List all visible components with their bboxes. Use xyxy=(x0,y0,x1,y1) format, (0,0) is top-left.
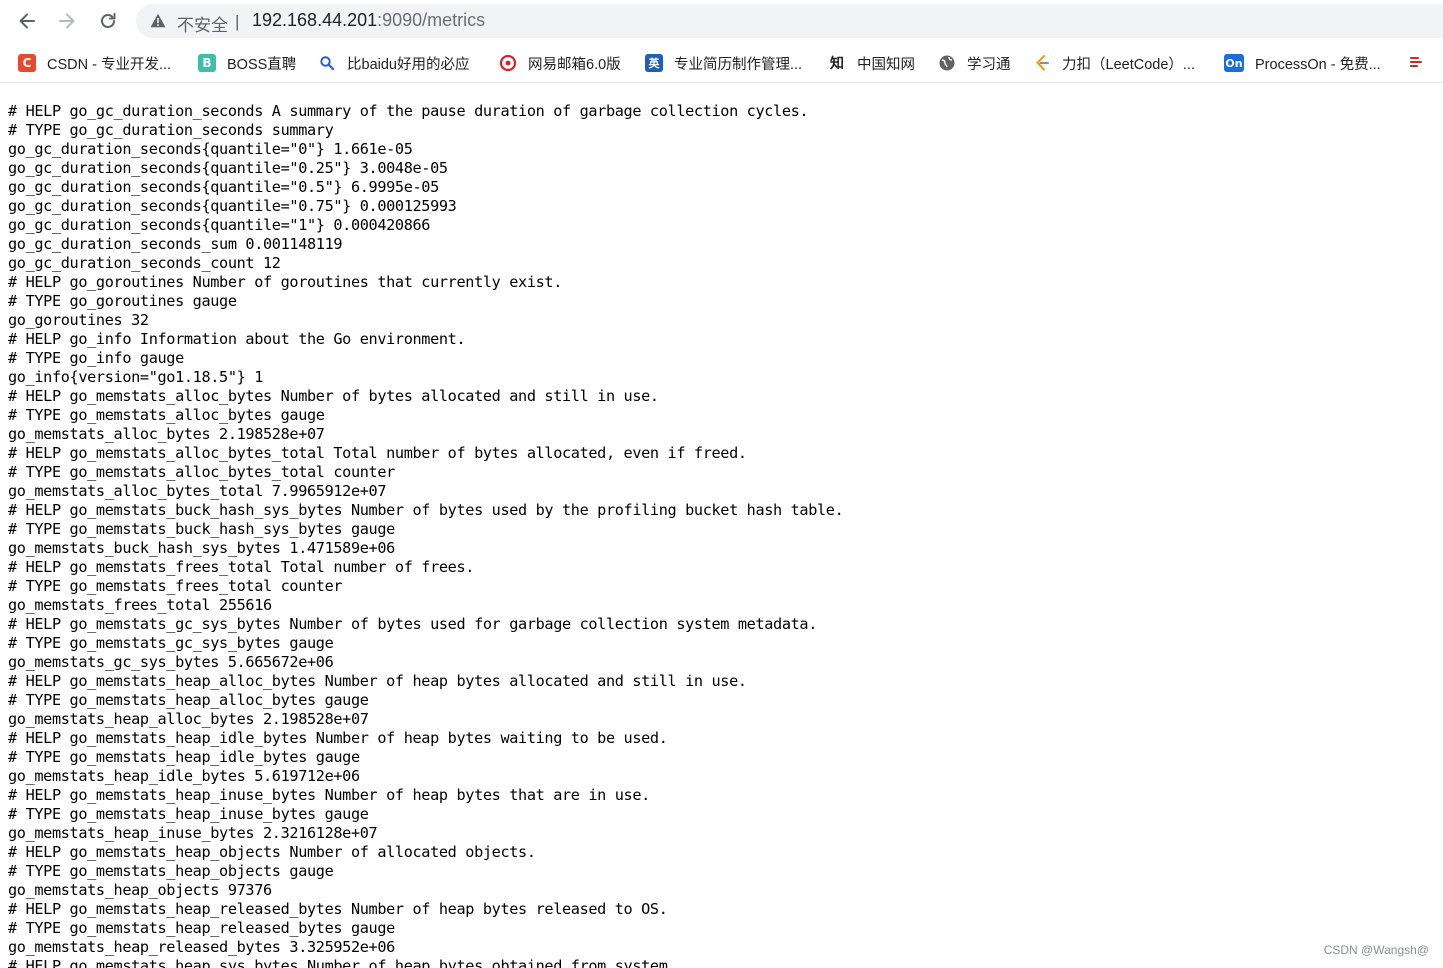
bookmark-label: 中国知网 xyxy=(857,56,915,73)
metrics-line: go_memstats_heap_objects 97376 xyxy=(8,881,272,899)
metrics-line: go_gc_duration_seconds{quantile="1"} 0.0… xyxy=(8,216,431,234)
metrics-line: # HELP go_memstats_heap_inuse_bytes Numb… xyxy=(8,786,650,804)
forward-arrow-icon xyxy=(59,13,75,29)
metrics-line: go_info{version="go1.18.5"} 1 xyxy=(8,368,264,386)
resume-icon: 英 xyxy=(645,54,663,72)
netease-mail-icon xyxy=(499,54,517,72)
metrics-line: # TYPE go_gc_duration_seconds summary xyxy=(8,121,334,139)
bookmark-label: CSDN - 专业开发... xyxy=(47,56,172,73)
security-separator: | xyxy=(235,12,240,31)
metrics-line: # TYPE go_goroutines gauge xyxy=(8,292,237,310)
metrics-line: # TYPE go_memstats_buck_hash_sys_bytes g… xyxy=(8,520,395,538)
metrics-line: # HELP go_memstats_alloc_bytes_total Tot… xyxy=(8,444,747,462)
metrics-line: go_gc_duration_seconds{quantile="0.25"} … xyxy=(8,159,448,177)
back-arrow-icon xyxy=(19,13,35,29)
metrics-line: # HELP go_memstats_heap_sys_bytes Number… xyxy=(8,957,677,968)
metrics-line: go_memstats_heap_released_bytes 3.325952… xyxy=(8,938,395,956)
metrics-line: # HELP go_memstats_heap_released_bytes N… xyxy=(8,900,668,918)
bookmark-leetcode[interactable]: 力扣（LeetCode）... xyxy=(1033,52,1195,74)
address-bar[interactable]: 不安全 | 192.168.44.201:9090/metrics xyxy=(136,4,1443,38)
globe-icon xyxy=(938,54,956,72)
back-button[interactable] xyxy=(12,6,42,36)
metrics-line: # HELP go_memstats_heap_idle_bytes Numbe… xyxy=(8,729,668,747)
bookmark-label: 力扣（LeetCode）... xyxy=(1062,56,1195,73)
bookmark-bing[interactable]: 比baidu好用的必应 xyxy=(318,52,469,74)
metrics-line: # TYPE go_memstats_heap_inuse_bytes gaug… xyxy=(8,805,369,823)
metrics-line: # TYPE go_memstats_gc_sys_bytes gauge xyxy=(8,634,334,652)
forward-button[interactable] xyxy=(52,6,82,36)
bookmark-label: 专业简历制作管理... xyxy=(674,56,803,73)
url-host: 192.168.44.201 xyxy=(252,10,378,30)
search-icon xyxy=(318,54,336,72)
metrics-line: go_memstats_buck_hash_sys_bytes 1.471589… xyxy=(8,539,395,557)
boss-icon: B xyxy=(198,54,216,72)
metrics-line: go_memstats_alloc_bytes 2.198528e+07 xyxy=(8,425,325,443)
bookmark-overflow[interactable] xyxy=(1408,52,1426,74)
metrics-line: go_memstats_gc_sys_bytes 5.665672e+06 xyxy=(8,653,334,671)
bookmark-xuexitong[interactable]: 学习通 xyxy=(938,52,1011,74)
bookmark-netease-mail[interactable]: 网易邮箱6.0版 xyxy=(499,52,621,74)
metrics-line: # TYPE go_memstats_frees_total counter xyxy=(8,577,343,595)
metrics-line: # TYPE go_memstats_alloc_bytes gauge xyxy=(8,406,325,424)
metrics-line: go_memstats_heap_alloc_bytes 2.198528e+0… xyxy=(8,710,369,728)
processon-icon: On xyxy=(1224,54,1244,72)
metrics-line: # TYPE go_memstats_alloc_bytes_total cou… xyxy=(8,463,395,481)
bookmark-cnki[interactable]: 知 中国知网 xyxy=(828,52,915,74)
bookmark-label: 网易邮箱6.0版 xyxy=(528,56,621,73)
metrics-line: # TYPE go_memstats_heap_alloc_bytes gaug… xyxy=(8,691,369,709)
csdn-icon: C xyxy=(18,54,36,72)
metrics-line: go_memstats_heap_inuse_bytes 2.3216128e+… xyxy=(8,824,378,842)
metrics-line: # HELP go_memstats_alloc_bytes Number of… xyxy=(8,387,659,405)
metrics-line: # TYPE go_memstats_heap_released_bytes g… xyxy=(8,919,395,937)
metrics-text-body: # HELP go_gc_duration_seconds A summary … xyxy=(8,102,1438,968)
metrics-line: # HELP go_gc_duration_seconds A summary … xyxy=(8,102,809,120)
bookmark-csdn[interactable]: C CSDN - 专业开发... xyxy=(18,52,171,74)
metrics-line: go_gc_duration_seconds{quantile="0.5"} 6… xyxy=(8,178,439,196)
metrics-line: # HELP go_memstats_frees_total Total num… xyxy=(8,558,475,576)
browser-toolbar: 不安全 | 192.168.44.201:9090/metrics xyxy=(0,0,1443,42)
bookmarks-bar: C CSDN - 专业开发... B BOSS直聘 比baidu好用的必应 网易… xyxy=(0,42,1443,83)
metrics-line: # HELP go_memstats_buck_hash_sys_bytes N… xyxy=(8,501,844,519)
bookmark-label: BOSS直聘 xyxy=(227,56,297,73)
metrics-line: go_gc_duration_seconds{quantile="0"} 1.6… xyxy=(8,140,413,158)
bookmark-boss[interactable]: B BOSS直聘 xyxy=(198,52,296,74)
metrics-line: go_gc_duration_seconds_sum 0.001148119 xyxy=(8,235,343,253)
metrics-line: go_memstats_heap_idle_bytes 5.619712e+06 xyxy=(8,767,360,785)
bookmark-label: 学习通 xyxy=(967,56,1011,73)
metrics-line: # HELP go_memstats_heap_objects Number o… xyxy=(8,843,536,861)
security-status-label[interactable]: 不安全 xyxy=(177,11,228,36)
metrics-line: go_gc_duration_seconds_count 12 xyxy=(8,254,281,272)
reload-icon xyxy=(101,13,116,28)
url-text[interactable]: 192.168.44.201:9090/metrics xyxy=(252,10,485,31)
csdn-watermark: CSDN @Wangsh@ xyxy=(1323,943,1429,957)
metrics-line: # HELP go_memstats_gc_sys_bytes Number o… xyxy=(8,615,818,633)
url-path: :9090/metrics xyxy=(377,10,486,30)
bookmark-overflow-icon xyxy=(1408,54,1426,72)
metrics-line: # TYPE go_info gauge xyxy=(8,349,184,367)
metrics-line: # HELP go_goroutines Number of goroutine… xyxy=(8,273,563,291)
metrics-line: go_memstats_alloc_bytes_total 7.9965912e… xyxy=(8,482,387,500)
metrics-line: # TYPE go_memstats_heap_idle_bytes gauge xyxy=(8,748,360,766)
leetcode-icon xyxy=(1033,54,1051,72)
cnki-icon: 知 xyxy=(830,56,844,72)
warning-triangle-icon[interactable] xyxy=(150,13,166,28)
metrics-line: go_goroutines 32 xyxy=(8,311,149,329)
metrics-line: # HELP go_memstats_heap_alloc_bytes Numb… xyxy=(8,672,747,690)
bookmark-resume[interactable]: 英 专业简历制作管理... xyxy=(645,52,802,74)
metrics-line: # HELP go_info Information about the Go … xyxy=(8,330,466,348)
reload-button[interactable] xyxy=(93,6,123,36)
metrics-line: go_memstats_frees_total 255616 xyxy=(8,596,272,614)
bookmark-label: ProcessOn - 免费... xyxy=(1255,56,1381,73)
metrics-line: go_gc_duration_seconds{quantile="0.75"} … xyxy=(8,197,457,215)
bookmark-label: 比baidu好用的必应 xyxy=(347,56,470,73)
metrics-line: # TYPE go_memstats_heap_objects gauge xyxy=(8,862,334,880)
bookmark-processon[interactable]: On ProcessOn - 免费... xyxy=(1224,52,1381,74)
